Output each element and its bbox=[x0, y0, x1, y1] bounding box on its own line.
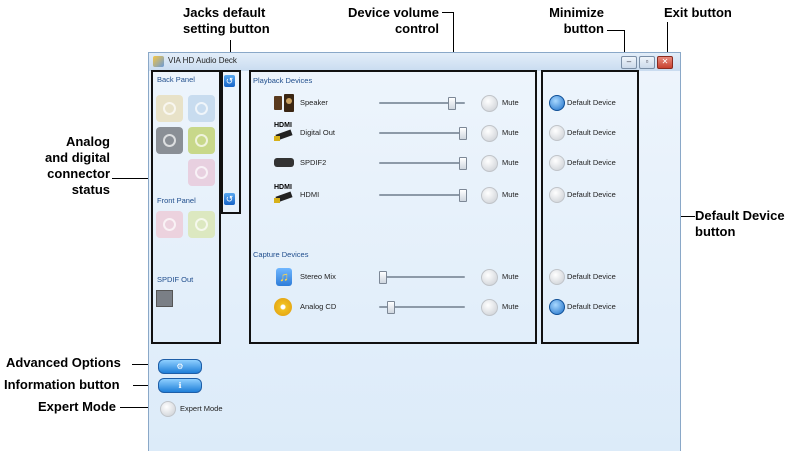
mute-toggle[interactable] bbox=[481, 125, 498, 142]
default-device-label: Default Device bbox=[567, 272, 616, 281]
callout-default-line1: Default Device bbox=[695, 208, 785, 223]
app-icon bbox=[153, 56, 164, 67]
device-name: Digital Out bbox=[300, 128, 336, 137]
mute-toggle[interactable] bbox=[481, 187, 498, 204]
callout-device-volume: Device volume control bbox=[337, 5, 439, 37]
cd-icon bbox=[274, 298, 294, 316]
front-panel-label: Front Panel bbox=[157, 196, 196, 205]
callout-analog-status: Analog and digital connector status bbox=[30, 134, 110, 198]
default-device-radio[interactable] bbox=[549, 299, 565, 315]
jack-back-1[interactable] bbox=[156, 95, 183, 122]
default-device-label: Default Device bbox=[567, 128, 616, 137]
mute-toggle[interactable] bbox=[481, 155, 498, 172]
default-device-radio[interactable] bbox=[549, 269, 565, 285]
default-device-label: Default Device bbox=[567, 302, 616, 311]
default-device-radio[interactable] bbox=[549, 155, 565, 171]
maximize-button[interactable]: ▫ bbox=[639, 56, 655, 69]
callout-jacks-default-line1: Jacks default bbox=[183, 5, 266, 20]
volume-slider-track[interactable] bbox=[379, 194, 465, 196]
default-device-label: Default Device bbox=[567, 190, 616, 199]
mute-label: Mute bbox=[502, 272, 519, 281]
default-device-radio[interactable] bbox=[549, 125, 565, 141]
jack-back-4[interactable] bbox=[188, 127, 215, 154]
callout-jacks-default-line2: setting button bbox=[183, 21, 270, 36]
callout-jacks-default: Jacks default setting button bbox=[183, 5, 270, 37]
callout-default-device: Default Device button bbox=[695, 208, 785, 240]
default-device-radio[interactable] bbox=[549, 187, 565, 203]
callout-analog-line2: and digital bbox=[45, 150, 110, 165]
minimize-button[interactable]: – bbox=[621, 56, 637, 69]
music-note-icon: ♫ bbox=[274, 268, 294, 286]
hdmi-icon: HDMI bbox=[274, 122, 294, 142]
hdmi-badge-text: HDMI bbox=[274, 122, 292, 129]
callout-analog-line1: Analog bbox=[65, 134, 110, 149]
callout-minimize: Minimize button bbox=[540, 5, 604, 37]
mute-label: Mute bbox=[502, 302, 519, 311]
hdmi-icon: HDMI bbox=[274, 184, 294, 204]
jacks-default-button-back[interactable]: ↺ bbox=[224, 75, 235, 87]
speaker-icon bbox=[274, 94, 294, 112]
device-name: HDMI bbox=[300, 190, 320, 199]
mute-label: Mute bbox=[502, 128, 519, 137]
callout-advanced-options: Advanced Options bbox=[6, 355, 121, 370]
mute-toggle[interactable] bbox=[481, 299, 498, 316]
callout-analog-line3: connector bbox=[47, 166, 110, 181]
jack-back-5[interactable] bbox=[188, 159, 215, 186]
device-name: Analog CD bbox=[300, 302, 337, 311]
expert-mode-toggle[interactable] bbox=[160, 401, 176, 417]
capture-devices-heading: Capture Devices bbox=[253, 250, 309, 259]
advanced-options-button[interactable]: ⚙ bbox=[158, 359, 202, 374]
expert-mode-label: Expert Mode bbox=[180, 404, 223, 413]
volume-slider-thumb[interactable] bbox=[459, 157, 467, 170]
volume-slider-thumb[interactable] bbox=[387, 301, 395, 314]
default-device-label: Default Device bbox=[567, 158, 616, 167]
device-name: SPDIF2 bbox=[300, 158, 327, 167]
callout-minimize-line1: Minimize bbox=[549, 5, 604, 20]
device-name: Speaker bbox=[300, 98, 328, 107]
mute-toggle[interactable] bbox=[481, 269, 498, 286]
callout-analog-line4: status bbox=[71, 182, 110, 197]
spdif-out-label: SPDIF Out bbox=[157, 275, 194, 284]
callout-information: Information button bbox=[4, 377, 120, 392]
default-device-label: Default Device bbox=[567, 98, 616, 107]
leader-line bbox=[112, 178, 152, 179]
callout-device-volume-line2: control bbox=[394, 21, 439, 36]
mute-label: Mute bbox=[502, 190, 519, 199]
jack-back-2[interactable] bbox=[188, 95, 215, 122]
volume-slider-thumb[interactable] bbox=[459, 127, 467, 140]
jacks-default-button-front[interactable]: ↺ bbox=[224, 193, 235, 205]
volume-slider-thumb[interactable] bbox=[447, 97, 456, 110]
callout-exit: Exit button bbox=[664, 5, 732, 20]
callout-default-line2: button bbox=[695, 224, 736, 239]
jack-front-2[interactable] bbox=[188, 211, 215, 238]
spdif-icon bbox=[274, 154, 294, 172]
volume-slider-track[interactable] bbox=[379, 132, 465, 134]
volume-slider-track[interactable] bbox=[379, 276, 465, 278]
callout-minimize-line2: button bbox=[563, 21, 604, 36]
title-bar: VIA HD Audio Deck – ▫ ✕ bbox=[149, 53, 680, 71]
mute-label: Mute bbox=[502, 98, 519, 107]
close-button[interactable]: ✕ bbox=[657, 56, 673, 69]
leader-line bbox=[607, 30, 625, 31]
information-button[interactable]: ℹ bbox=[158, 378, 202, 393]
playback-devices-heading: Playback Devices bbox=[253, 76, 313, 85]
hdmi-badge-text: HDMI bbox=[274, 184, 292, 191]
volume-slider-thumb[interactable] bbox=[459, 189, 467, 202]
spdif-jack-icon bbox=[156, 290, 173, 307]
back-panel-label: Back Panel bbox=[157, 75, 195, 84]
jack-front-1[interactable] bbox=[156, 211, 183, 238]
volume-slider-thumb[interactable] bbox=[379, 271, 387, 284]
leader-line bbox=[667, 22, 668, 56]
mute-toggle[interactable] bbox=[481, 95, 498, 112]
callout-device-volume-line1: Device volume bbox=[347, 5, 439, 20]
default-device-radio[interactable] bbox=[549, 95, 565, 111]
volume-slider-track[interactable] bbox=[379, 162, 465, 164]
jack-back-3[interactable] bbox=[156, 127, 183, 154]
window-title: VIA HD Audio Deck bbox=[168, 56, 237, 65]
device-name: Stereo Mix bbox=[300, 272, 336, 281]
callout-expert-mode: Expert Mode bbox=[38, 399, 117, 414]
mute-label: Mute bbox=[502, 158, 519, 167]
